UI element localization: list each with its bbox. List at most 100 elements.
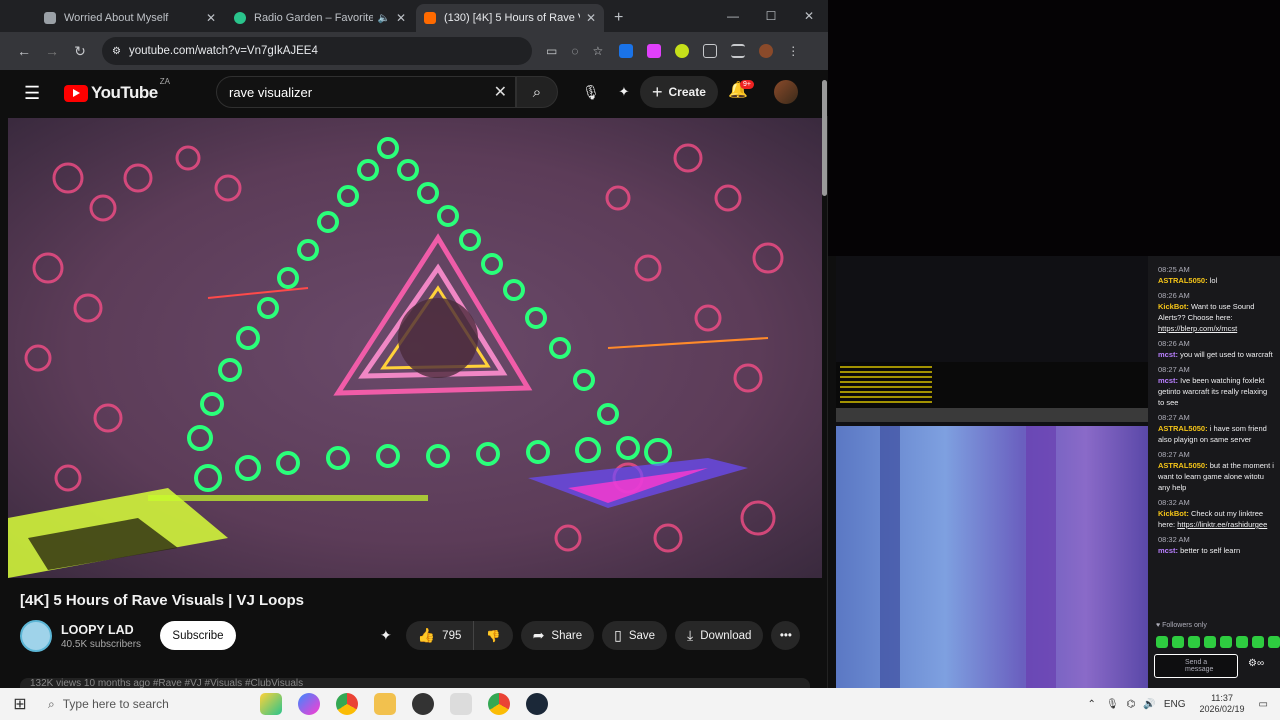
chat-user[interactable]: mcst: bbox=[1158, 546, 1178, 555]
download-button[interactable]: ⤓ Download bbox=[675, 621, 764, 650]
extension-icon[interactable] bbox=[619, 44, 634, 58]
tab-youtube-video[interactable]: (130) [4K] 5 Hours of Rave Visu ✕ bbox=[416, 4, 604, 32]
hamburger-menu-icon[interactable]: ☰ bbox=[24, 83, 48, 104]
steam-icon[interactable] bbox=[526, 693, 548, 715]
video-player[interactable] bbox=[8, 118, 822, 578]
language-indicator[interactable]: ENG bbox=[1164, 699, 1186, 710]
emote-icon[interactable] bbox=[1252, 636, 1264, 648]
more-actions-button[interactable]: ••• bbox=[771, 621, 801, 650]
emote-icon[interactable] bbox=[1172, 636, 1184, 648]
notification-center-icon[interactable]: ▭ bbox=[1259, 699, 1268, 710]
reload-icon[interactable]: ↻ bbox=[66, 43, 94, 60]
emote-icon[interactable] bbox=[1204, 636, 1216, 648]
profile-avatar[interactable] bbox=[759, 44, 774, 58]
chat-time: 08:27 AM bbox=[1158, 450, 1190, 459]
obs-icon[interactable] bbox=[412, 693, 434, 715]
chat-user[interactable]: KickBot: bbox=[1158, 302, 1189, 311]
volume-icon[interactable]: 🔊 bbox=[1143, 699, 1155, 710]
chat-time: 08:26 AM bbox=[1158, 291, 1190, 300]
tab-radio-garden[interactable]: Radio Garden – Favorites 🔈 ✕ bbox=[226, 4, 414, 32]
maximize-button[interactable]: ☐ bbox=[752, 0, 790, 32]
save-button[interactable]: ▯ Save bbox=[602, 621, 668, 650]
ai-sparkle-icon[interactable]: ✦ bbox=[612, 78, 636, 106]
chat-msg: 08:27 AM ASTRAL5050: but at the moment i … bbox=[1158, 449, 1274, 493]
clear-search-icon[interactable]: ✕ bbox=[494, 82, 507, 102]
extension-icon[interactable] bbox=[675, 44, 690, 58]
extension-icon[interactable] bbox=[647, 44, 662, 58]
scene-pillar bbox=[1026, 426, 1056, 688]
subscribe-button[interactable]: Subscribe bbox=[160, 621, 236, 650]
dislike-button[interactable]: 👎 bbox=[474, 629, 512, 643]
network-icon[interactable]: ⌬ bbox=[1127, 699, 1136, 710]
mic-tray-icon[interactable]: 🎙 bbox=[1106, 699, 1119, 710]
minimize-button[interactable]: — bbox=[714, 0, 752, 32]
voice-search-mic-icon[interactable]: 🎙 bbox=[576, 76, 606, 108]
chat-user[interactable]: KickBot: bbox=[1158, 509, 1189, 518]
site-info-icon[interactable]: ⚙ bbox=[112, 46, 121, 57]
menu-dots-icon[interactable]: ⋮ bbox=[787, 44, 799, 58]
emote-icon[interactable] bbox=[1220, 636, 1232, 648]
back-arrow-icon[interactable]: ← bbox=[10, 43, 38, 59]
chat-link[interactable]: https://blerp.com/x/mcst bbox=[1158, 324, 1237, 333]
tab-close-icon[interactable]: ✕ bbox=[396, 11, 406, 25]
scrollbar-thumb[interactable] bbox=[822, 80, 827, 196]
user-avatar[interactable] bbox=[774, 80, 798, 104]
chat-message-input[interactable]: Send a message bbox=[1154, 654, 1238, 678]
like-button[interactable]: 👍 795 bbox=[406, 621, 475, 650]
emote-icon[interactable] bbox=[1268, 636, 1280, 648]
subscriber-count: 40.5K subscribers bbox=[61, 638, 142, 650]
windows-taskbar: ⊞ ⌕ Type here to search ⌃ 🎙 ⌬ 🔊 ENG 11:3… bbox=[0, 688, 1280, 720]
eye-off-icon[interactable]: ◌ bbox=[571, 44, 578, 58]
widgets-icon[interactable] bbox=[260, 693, 282, 715]
youtube-play-icon bbox=[64, 84, 88, 102]
search-input[interactable]: rave visualizer ✕ bbox=[216, 76, 516, 108]
tab-worried-about-myself[interactable]: Worried About Myself ✕ bbox=[36, 4, 224, 32]
tray-chevron-icon[interactable]: ⌃ bbox=[1088, 699, 1096, 710]
copilot-icon[interactable] bbox=[298, 693, 320, 715]
chat-user[interactable]: ASTRAL5050: bbox=[1158, 276, 1208, 285]
tab-close-icon[interactable]: ✕ bbox=[206, 11, 216, 25]
chrome-profile-icon[interactable] bbox=[488, 693, 510, 715]
chat-user[interactable]: ASTRAL5050: bbox=[1158, 461, 1208, 470]
puzzle-icon[interactable] bbox=[703, 44, 718, 58]
notification-count-badge: 9+ bbox=[740, 80, 754, 89]
share-button[interactable]: ➦ Share bbox=[520, 621, 595, 650]
background-window bbox=[828, 0, 1280, 256]
speaker-icon[interactable]: 🔈 bbox=[377, 13, 389, 24]
file-explorer-icon[interactable] bbox=[374, 693, 396, 715]
create-button[interactable]: + Create bbox=[640, 76, 718, 108]
bookmark-star-icon[interactable]: ☆ bbox=[592, 44, 603, 58]
channel-avatar[interactable] bbox=[20, 620, 52, 652]
url-field[interactable]: ⚙ youtube.com/watch?v=Vn7gIkAJEE4 bbox=[102, 37, 532, 65]
youtube-logo[interactable]: YouTube ZA bbox=[64, 77, 170, 103]
windows-start-icon[interactable]: ⊞ bbox=[0, 694, 40, 714]
media-icon[interactable] bbox=[731, 44, 746, 58]
clock[interactable]: 11:37 2026/02/19 bbox=[1200, 693, 1245, 715]
logo-text: YouTube bbox=[91, 83, 158, 102]
bookmark-icon: ▯ bbox=[614, 627, 622, 643]
chat-link[interactable]: https://linktr.ee/rashidurgee bbox=[1177, 520, 1267, 529]
chat-user[interactable]: ASTRAL5050: bbox=[1158, 424, 1208, 433]
create-label: Create bbox=[668, 85, 706, 99]
chat-user[interactable]: mcst: bbox=[1158, 376, 1178, 385]
cast-icon[interactable]: ▭ bbox=[546, 44, 557, 58]
taskbar-search[interactable]: ⌕ Type here to search bbox=[40, 688, 240, 720]
emote-icon[interactable] bbox=[1156, 636, 1168, 648]
tab-title: Radio Garden – Favorites bbox=[254, 12, 374, 24]
stream-video-panel[interactable] bbox=[836, 256, 1148, 688]
search-button[interactable]: ⌕ bbox=[516, 76, 558, 108]
chat-settings-icon[interactable]: ⚙∞ bbox=[1248, 658, 1264, 669]
taskbar-search-placeholder: Type here to search bbox=[62, 697, 169, 711]
tab-title: (130) [4K] 5 Hours of Rave Visu bbox=[444, 12, 580, 24]
chrome-icon[interactable] bbox=[336, 693, 358, 715]
forward-arrow-icon[interactable]: → bbox=[38, 43, 66, 59]
app-icon[interactable] bbox=[450, 693, 472, 715]
emote-icon[interactable] bbox=[1236, 636, 1248, 648]
tab-close-icon[interactable]: ✕ bbox=[586, 11, 596, 25]
close-window-button[interactable]: ✕ bbox=[790, 0, 828, 32]
emote-icon[interactable] bbox=[1188, 636, 1200, 648]
ai-sparkle-icon[interactable]: ✦ bbox=[380, 627, 392, 644]
channel-name[interactable]: LOOPY LAD bbox=[61, 623, 141, 637]
chat-user[interactable]: mcst: bbox=[1158, 350, 1178, 359]
new-tab-button[interactable]: + bbox=[614, 4, 623, 32]
